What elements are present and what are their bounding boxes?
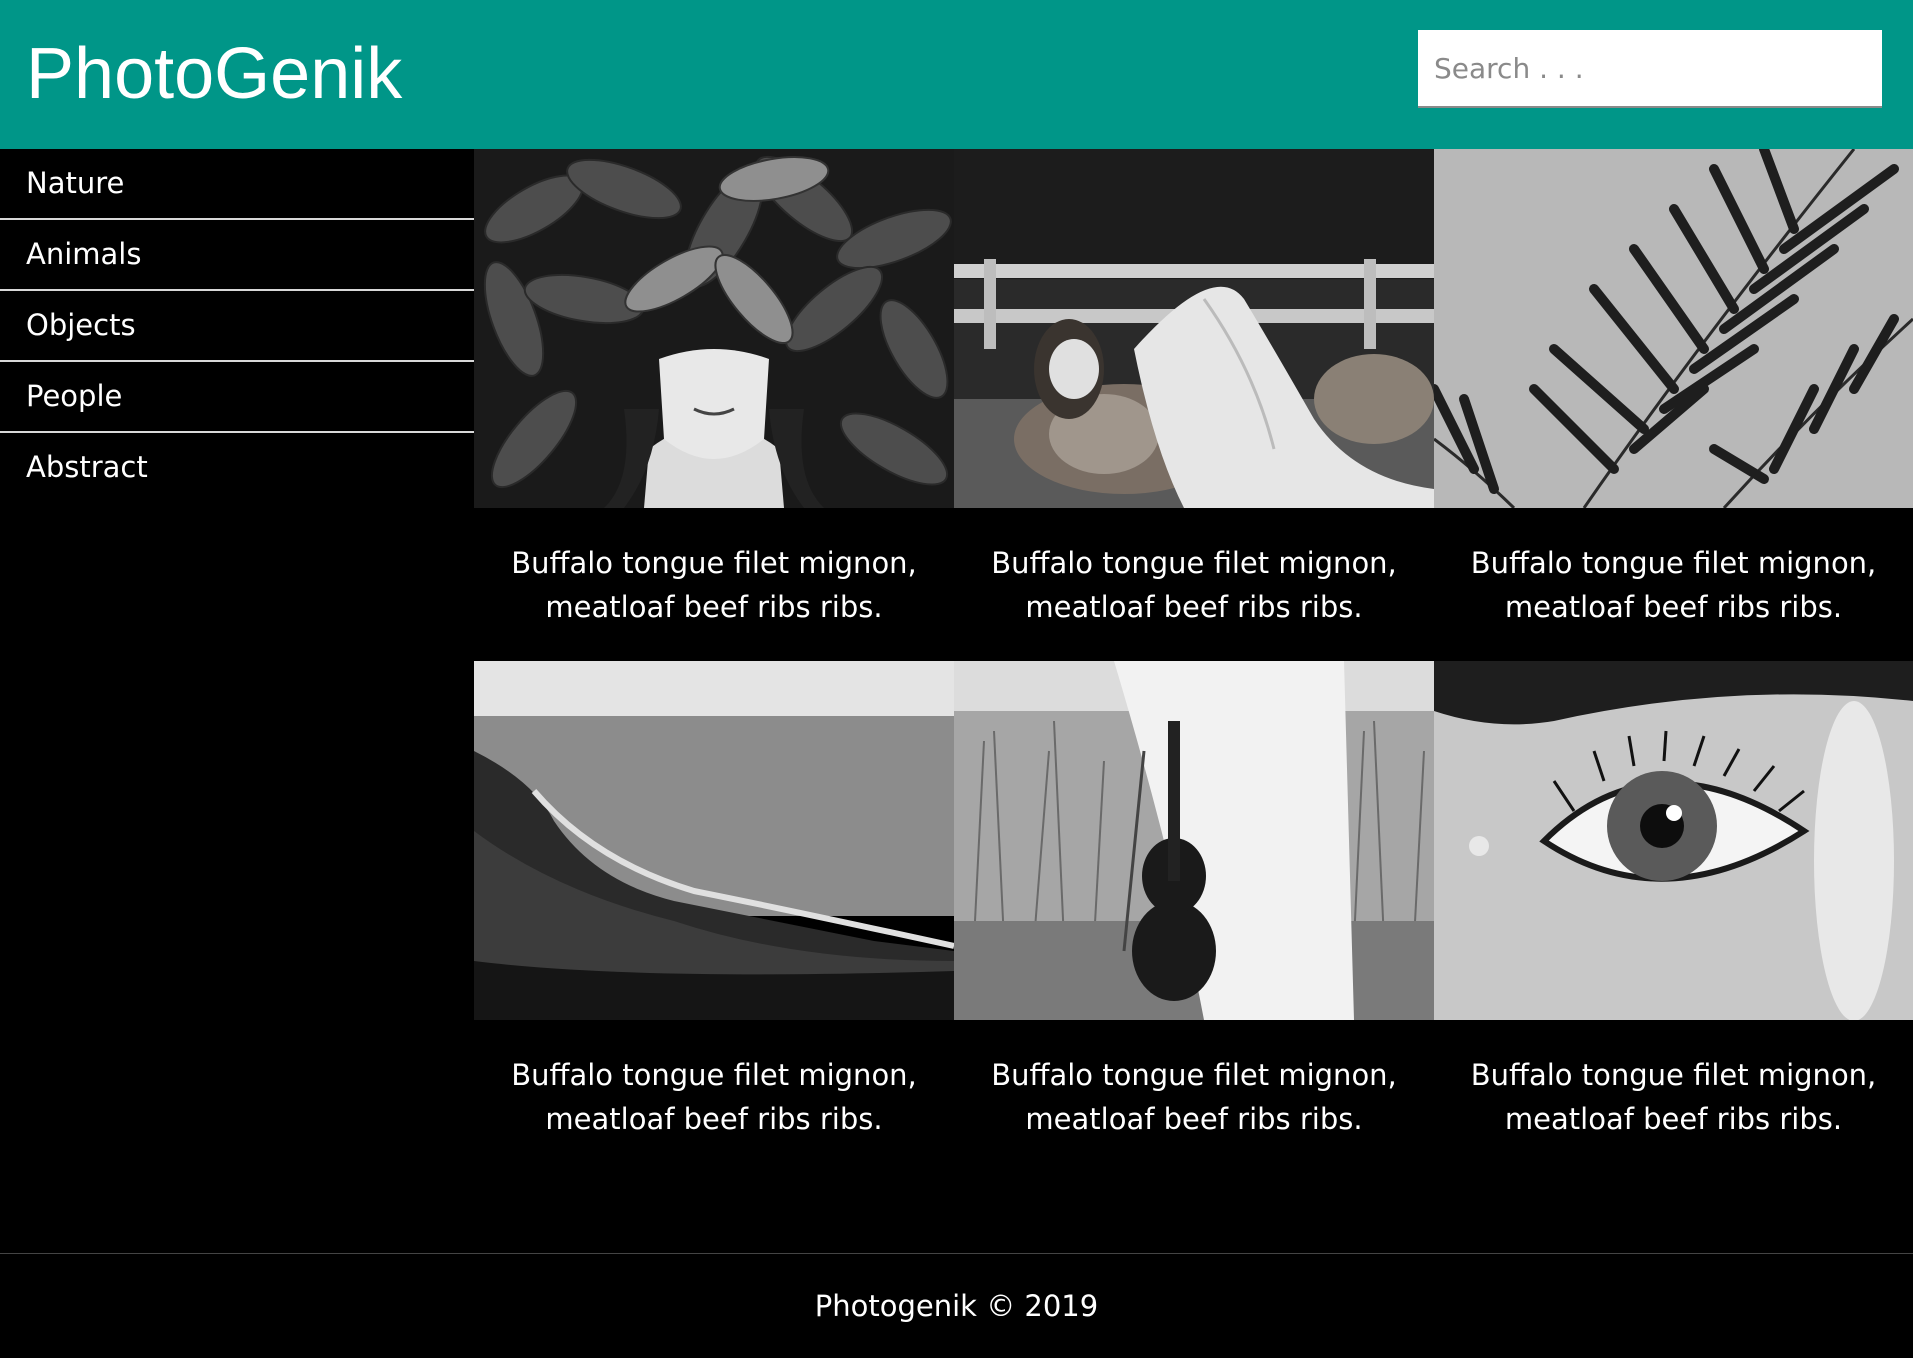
- gallery-card: Buffalo tongue filet mignon, meatloaf be…: [474, 149, 954, 661]
- photo-palm-fronds[interactable]: [1434, 149, 1913, 508]
- sidebar-nav: Nature Animals Objects People Abstract: [0, 149, 474, 504]
- photo-violin-in-grass[interactable]: [954, 661, 1434, 1020]
- sidebar-item-animals[interactable]: Animals: [0, 220, 474, 291]
- photo-coastline[interactable]: [474, 661, 954, 1020]
- search-input[interactable]: [1418, 30, 1882, 108]
- photo-caption: Buffalo tongue filet mignon, meatloaf be…: [991, 1058, 1397, 1136]
- sidebar-item-abstract[interactable]: Abstract: [0, 433, 474, 504]
- gallery-card: Buffalo tongue filet mignon, meatloaf be…: [1434, 149, 1913, 661]
- photo-girl-with-dog[interactable]: [954, 149, 1434, 508]
- gallery-card: Buffalo tongue filet mignon, meatloaf be…: [954, 661, 1434, 1173]
- brand-logo[interactable]: PhotoGenik: [26, 32, 402, 116]
- gallery-card: Buffalo tongue filet mignon, meatloaf be…: [474, 661, 954, 1173]
- sidebar-item-nature[interactable]: Nature: [0, 149, 474, 220]
- photo-caption: Buffalo tongue filet mignon, meatloaf be…: [1470, 1058, 1877, 1136]
- photo-woman-in-leaves[interactable]: [474, 149, 954, 508]
- gallery-card: Buffalo tongue filet mignon, meatloaf be…: [1434, 661, 1913, 1173]
- photo-caption: Buffalo tongue filet mignon, meatloaf be…: [1470, 546, 1877, 624]
- photo-caption: Buffalo tongue filet mignon, meatloaf be…: [991, 546, 1397, 624]
- footer-copyright: Photogenik © 2019: [814, 1289, 1099, 1323]
- header: PhotoGenik: [0, 0, 1913, 149]
- photo-caption: Buffalo tongue filet mignon, meatloaf be…: [511, 1058, 917, 1136]
- photo-caption: Buffalo tongue filet mignon, meatloaf be…: [511, 546, 917, 624]
- gallery-card: Buffalo tongue filet mignon, meatloaf be…: [954, 149, 1434, 661]
- sidebar-item-objects[interactable]: Objects: [0, 291, 474, 362]
- footer: Photogenik © 2019: [0, 1253, 1913, 1351]
- photo-eye-closeup[interactable]: [1434, 661, 1913, 1020]
- photo-gallery: Buffalo tongue filet mignon, meatloaf be…: [474, 149, 1913, 1173]
- sidebar-item-people[interactable]: People: [0, 362, 474, 433]
